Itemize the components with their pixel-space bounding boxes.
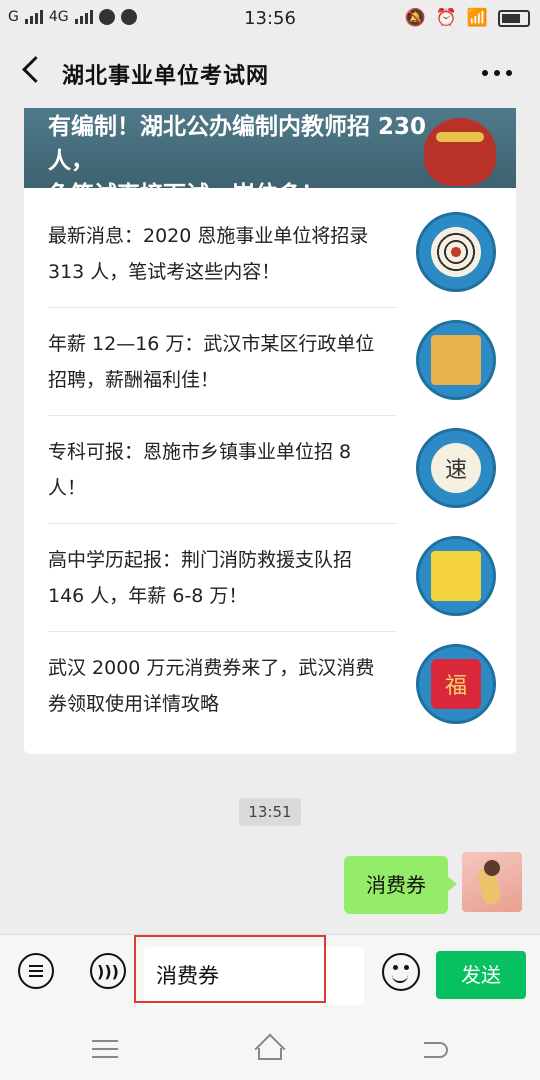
- back-icon[interactable]: [22, 56, 49, 83]
- back-nav-icon[interactable]: [424, 1042, 448, 1058]
- message-timestamp: 13:51: [239, 798, 301, 826]
- voice-icon[interactable]: ))): [90, 953, 126, 989]
- chart-icon: [416, 536, 496, 616]
- mute-icon: 🔕: [404, 8, 426, 28]
- speed-box-label: 速: [431, 443, 481, 493]
- status-icons: 🔕 ⏰ 📶: [404, 8, 530, 28]
- red-envelope-label: 福: [431, 659, 481, 709]
- more-icon[interactable]: [482, 70, 512, 76]
- title-bar: 湖北事业单位考试网: [0, 38, 540, 108]
- system-nav-bar: [0, 1018, 540, 1080]
- home-icon[interactable]: [254, 1036, 286, 1060]
- pot-icon: [424, 118, 496, 186]
- speed-box-icon: 速: [416, 428, 496, 508]
- article-item[interactable]: 高中学历起报：荆门消防救援支队招 146 人，年薪 6-8 万！: [48, 524, 496, 632]
- recent-apps-icon[interactable]: [92, 1040, 118, 1058]
- article-item[interactable]: 专科可报：恩施市乡镇事业单位招 8 人！ 速: [48, 416, 496, 524]
- article-card: 有编制！湖北公办编制内教师招 230 人， 免笔试直接面试，岗位多！ 最新消息：…: [24, 108, 516, 754]
- article-item[interactable]: 最新消息：2020 恩施事业单位将招录 313 人，笔试考这些内容！: [48, 200, 496, 308]
- battery-icon: [498, 9, 530, 27]
- article-item-title: 年薪 12—16 万：武汉市某区行政单位招聘，薪酬福利佳！: [48, 333, 375, 391]
- bag-icon: [416, 320, 496, 400]
- sent-message-bubble[interactable]: 消费券: [344, 856, 457, 914]
- article-banner[interactable]: 有编制！湖北公办编制内教师招 230 人， 免笔试直接面试，岗位多！: [24, 108, 516, 208]
- status-bar: G 4G 13:56 🔕 ⏰ 📶: [0, 0, 540, 38]
- highlight-box: [134, 935, 326, 1003]
- red-envelope-icon: 福: [416, 644, 496, 724]
- emoji-icon[interactable]: [382, 953, 420, 991]
- article-item-title: 专科可报：恩施市乡镇事业单位招 8 人！: [48, 441, 352, 499]
- article-item[interactable]: 武汉 2000 万元消费券来了，武汉消费券领取使用详情攻略 福: [48, 632, 496, 740]
- page-title: 湖北事业单位考试网: [62, 64, 270, 89]
- article-item[interactable]: 年薪 12—16 万：武汉市某区行政单位招聘，薪酬福利佳！: [48, 308, 496, 416]
- target-icon: [416, 212, 496, 292]
- article-item-title: 武汉 2000 万元消费券来了，武汉消费券领取使用详情攻略: [48, 657, 375, 715]
- input-bar: ))) 消费券 发送: [0, 934, 540, 1019]
- wifi-icon: 📶: [466, 8, 488, 28]
- banner-title: 有编制！湖北公办编制内教师招 230 人， 免笔试直接面试，岗位多！: [48, 114, 427, 208]
- avatar[interactable]: [462, 852, 522, 912]
- menu-list-icon[interactable]: [18, 953, 54, 989]
- send-button[interactable]: 发送: [436, 951, 526, 999]
- article-item-title: 高中学历起报：荆门消防救援支队招 146 人，年薪 6-8 万！: [48, 549, 353, 607]
- alarm-icon: ⏰: [435, 8, 457, 28]
- article-item-title: 最新消息：2020 恩施事业单位将招录 313 人，笔试考这些内容！: [48, 225, 369, 283]
